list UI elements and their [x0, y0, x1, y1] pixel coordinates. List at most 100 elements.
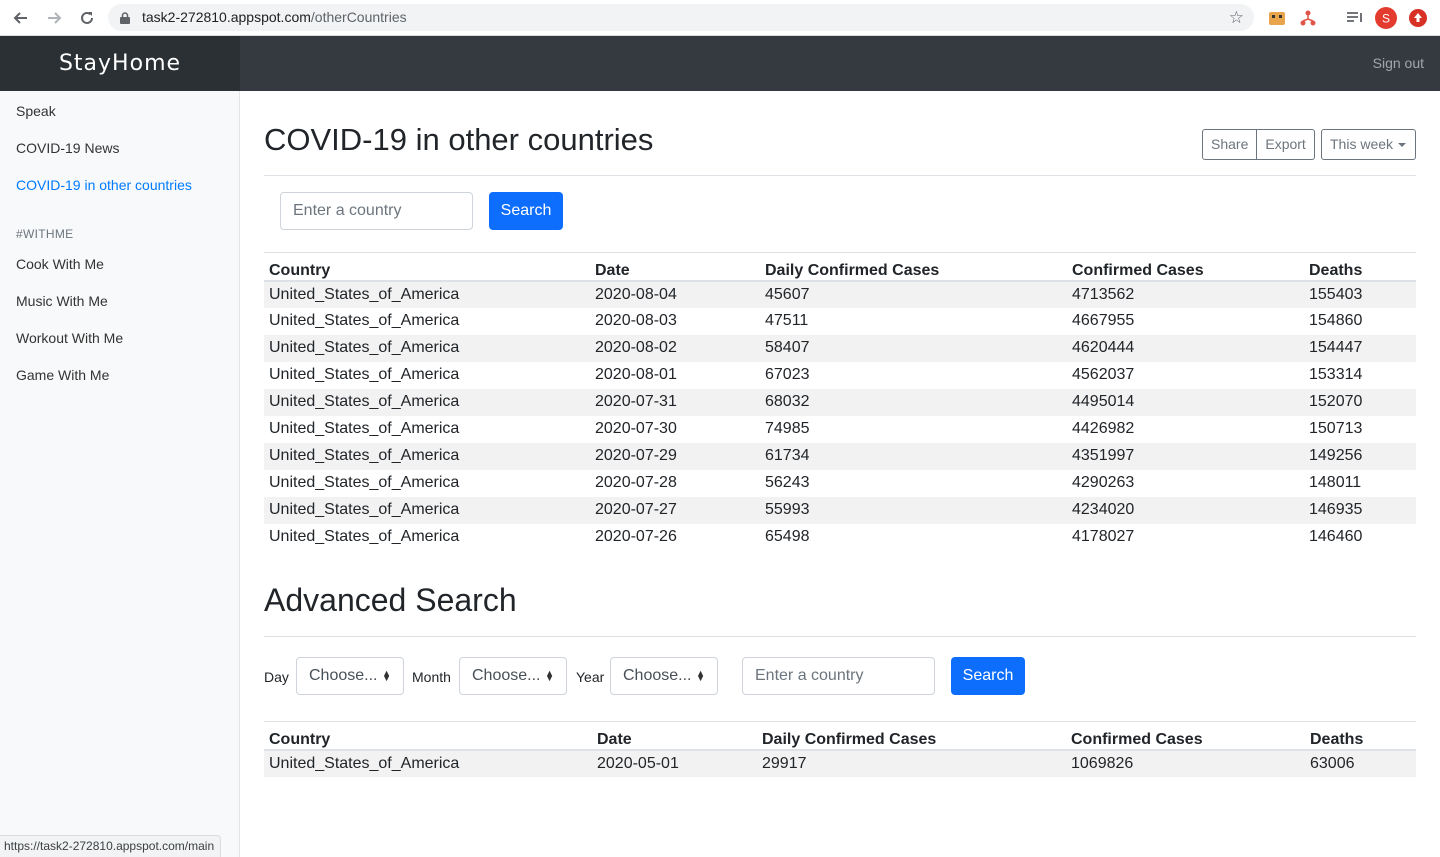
- cell-daily: 56243: [765, 474, 810, 491]
- table-row: United_States_of_America 2020-07-26 65498 4…: [264, 524, 1416, 551]
- select-arrows-icon: ▲ ▼: [696, 668, 705, 683]
- cell-country: United_States_of_America: [269, 420, 460, 437]
- table-row: United_States_of_America 2020-07-31 68032 4…: [264, 388, 1416, 416]
- cell-country: United_States_of_America: [269, 528, 460, 545]
- cell-deaths: 146460: [1309, 528, 1363, 545]
- cell-date: 2020-07-30: [595, 420, 677, 437]
- cell-confirmed: 4713562: [1067, 280, 1304, 308]
- cell-daily: 67023: [765, 366, 810, 383]
- cell-deaths: 146935: [1304, 496, 1416, 524]
- day-label: Day: [264, 669, 289, 685]
- cell-daily: 29917: [757, 749, 1066, 777]
- col-header-daily: Daily Confirmed Cases: [760, 252, 1067, 282]
- sidebar-item-speak[interactable]: Speak: [16, 103, 56, 119]
- col-header-deaths: Deaths: [1305, 721, 1416, 751]
- update-icon[interactable]: [1407, 7, 1429, 29]
- cell-deaths: 148011: [1309, 474, 1362, 491]
- share-button[interactable]: Share: [1202, 129, 1258, 160]
- cell-deaths: 63006: [1305, 749, 1416, 777]
- extension-icon[interactable]: [1266, 7, 1288, 29]
- export-button[interactable]: Export: [1257, 129, 1315, 160]
- cell-country: United_States_of_America: [264, 442, 590, 470]
- month-label: Month: [412, 669, 451, 685]
- sidebar-item-other-countries[interactable]: COVID-19 in other countries: [16, 177, 192, 193]
- cell-date: 2020-08-02: [590, 334, 760, 362]
- sign-out-link[interactable]: Sign out: [1373, 55, 1424, 71]
- col-header-country: Country: [264, 721, 592, 751]
- cell-confirmed: 4351997: [1067, 442, 1304, 470]
- sidebar-item-game[interactable]: Game With Me: [16, 367, 109, 383]
- table-row: United_States_of_America 2020-07-29 61734 4…: [264, 442, 1416, 470]
- advanced-country-input[interactable]: Enter a country: [742, 657, 935, 695]
- media-queue-icon[interactable]: [1344, 7, 1366, 29]
- cell-country: United_States_of_America: [269, 474, 460, 491]
- cell-date: 2020-08-01: [595, 366, 677, 383]
- cell-confirmed: 1069826: [1066, 749, 1305, 777]
- col-header-country: Country: [264, 252, 590, 282]
- cell-deaths: 155403: [1304, 280, 1416, 308]
- cell-deaths: 149256: [1304, 442, 1416, 470]
- cell-daily: 58407: [760, 334, 1067, 362]
- url-path: /otherCountries: [310, 9, 407, 25]
- profile-avatar-icon[interactable]: S: [1375, 7, 1397, 29]
- month-select[interactable]: Choose... ▲ ▼: [459, 657, 567, 695]
- cell-confirmed: 4234020: [1067, 496, 1304, 524]
- divider: [264, 636, 1416, 637]
- forward-icon[interactable]: [42, 6, 66, 30]
- cell-country: United_States_of_America: [264, 749, 592, 777]
- brand-logo[interactable]: StayHome: [0, 36, 240, 91]
- month-select-value: Choose...: [472, 667, 541, 684]
- sidebar-item-cook[interactable]: Cook With Me: [16, 256, 104, 272]
- svg-text:S: S: [1382, 12, 1390, 26]
- extension-tree-icon[interactable]: [1297, 7, 1319, 29]
- cell-daily: 55993: [760, 496, 1067, 524]
- cell-daily: 45607: [760, 280, 1067, 308]
- cell-daily: 47511: [765, 312, 809, 329]
- table-row: United_States_of_America 2020-08-03 47511 4…: [264, 308, 1416, 335]
- year-select-value: Choose...: [623, 667, 692, 684]
- day-select[interactable]: Choose... ▲ ▼: [296, 657, 404, 695]
- cell-date: 2020-07-31: [590, 388, 760, 416]
- col-header-date: Date: [590, 252, 760, 282]
- sidebar-item-covid-news[interactable]: COVID-19 News: [16, 140, 119, 156]
- cell-deaths: 150713: [1309, 420, 1363, 437]
- country-search-input[interactable]: Enter a country: [280, 192, 473, 230]
- cell-confirmed: 4562037: [1072, 366, 1135, 383]
- page-title: COVID-19 in other countries: [264, 122, 654, 157]
- col-header-deaths: Deaths: [1304, 252, 1416, 282]
- cell-daily: 68032: [760, 388, 1067, 416]
- search-button[interactable]: Search: [489, 192, 563, 230]
- table-row: United_States_of_America 2020-07-30 74985 4…: [264, 416, 1416, 443]
- bookmark-star-icon[interactable]: ☆: [1229, 8, 1244, 28]
- table-row: United_States_of_America 2020-08-04 45607 4…: [264, 280, 1416, 308]
- advanced-search-title: Advanced Search: [264, 582, 517, 618]
- table-row: United_States_of_America 2020-08-02 58407 4…: [264, 334, 1416, 362]
- reload-icon[interactable]: [75, 6, 99, 30]
- sidebar-item-music[interactable]: Music With Me: [16, 293, 108, 309]
- back-icon[interactable]: [9, 6, 33, 30]
- link-status-bar: https://task2-272810.appspot.com/main: [0, 835, 222, 857]
- cell-country: United_States_of_America: [264, 388, 590, 416]
- col-header-confirmed: Confirmed Cases: [1066, 721, 1305, 751]
- period-dropdown[interactable]: This week: [1321, 129, 1416, 160]
- col-header-date: Date: [592, 721, 757, 751]
- cell-confirmed: 4178027: [1072, 528, 1135, 545]
- divider: [264, 175, 1416, 176]
- cell-country: United_States_of_America: [264, 280, 590, 308]
- cell-confirmed: 4426982: [1072, 420, 1135, 437]
- table-header-row: Country Date Daily Confirmed Cases Confi…: [264, 721, 1416, 751]
- advanced-search-button[interactable]: Search: [951, 657, 1025, 695]
- cell-daily: 61734: [760, 442, 1067, 470]
- year-select[interactable]: Choose... ▲ ▼: [610, 657, 718, 695]
- address-bar[interactable]: task2-272810.appspot.com/otherCountries …: [108, 4, 1254, 31]
- cell-date: 2020-07-26: [595, 528, 677, 545]
- top-navbar: StayHome Sign out: [0, 36, 1440, 91]
- sidebar-heading-withme: #WITHME: [16, 227, 74, 241]
- lock-icon: [120, 11, 130, 29]
- sidebar-item-workout[interactable]: Workout With Me: [16, 330, 123, 346]
- table-row: United_States_of_America 2020-07-28 56243 4…: [264, 470, 1416, 497]
- cell-confirmed: 4495014: [1067, 388, 1304, 416]
- caret-down-icon: [1398, 143, 1406, 147]
- cell-daily: 65498: [765, 528, 810, 545]
- cell-deaths: 154860: [1309, 312, 1363, 329]
